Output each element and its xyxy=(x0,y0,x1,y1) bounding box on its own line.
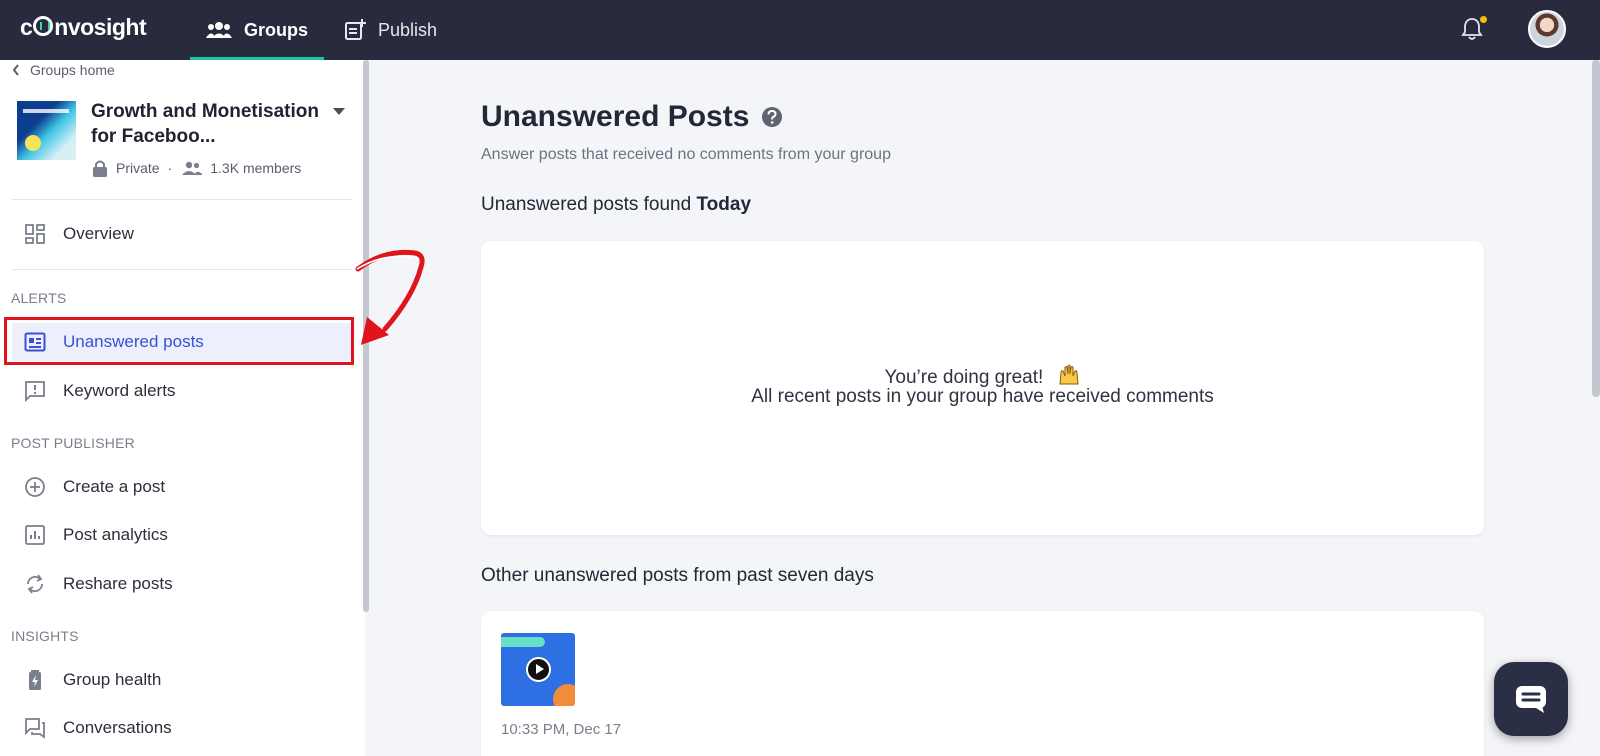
group-dropdown-caret-icon[interactable] xyxy=(333,108,345,115)
sidebar-item-group-health[interactable]: Group health xyxy=(12,661,352,699)
empty-state-text-1: You’re doing great! xyxy=(884,367,1044,388)
empty-state-line-1: You’re doing great! xyxy=(481,361,1484,389)
sidebar-item-label: Conversations xyxy=(63,718,172,737)
group-meta: Private · 1.3K members xyxy=(92,159,301,177)
forum-icon xyxy=(25,718,45,739)
user-avatar[interactable] xyxy=(1528,10,1566,48)
post-video-thumbnail[interactable] xyxy=(501,633,575,706)
sidebar-item-unanswered-posts[interactable]: Unanswered posts xyxy=(12,323,352,361)
sidebar-item-reshare-posts[interactable]: Reshare posts xyxy=(12,565,352,603)
tab-groups-label: Groups xyxy=(243,19,308,40)
chevron-left-icon xyxy=(12,64,19,76)
today-heading-bold: Today xyxy=(696,194,752,215)
play-icon[interactable] xyxy=(526,657,551,682)
sidebar-divider xyxy=(12,269,352,270)
post-add-icon xyxy=(345,19,366,40)
group-privacy: Private xyxy=(116,160,160,176)
people-icon xyxy=(205,22,232,38)
empty-state-text-2: All recent posts in your group have rece… xyxy=(751,386,1214,407)
section-label-insights: INSIGHTS xyxy=(11,628,79,644)
sidebar-item-keyword-alerts[interactable]: Keyword alerts xyxy=(12,372,352,410)
page-title: Unanswered Posts xyxy=(481,100,783,134)
lock-icon xyxy=(93,160,107,177)
logo-mark-icon xyxy=(33,16,54,36)
back-label: Groups home xyxy=(30,62,115,78)
group-members: 1.3K members xyxy=(210,160,302,176)
add-circle-icon xyxy=(25,477,45,497)
sidebar-item-conversations[interactable]: Conversations xyxy=(12,709,352,747)
empty-state-card: You’re doing great! All recent posts in … xyxy=(481,241,1484,535)
groups-home-link[interactable]: Groups home xyxy=(12,62,115,78)
sidebar-item-post-analytics[interactable]: Post analytics xyxy=(12,516,352,554)
sidebar-item-label: Post analytics xyxy=(63,525,168,544)
sidebar-item-create-post[interactable]: Create a post xyxy=(12,468,352,506)
tab-publish[interactable]: Publish xyxy=(344,0,437,60)
annotation-arrow-icon xyxy=(355,249,425,345)
page-scrollbar[interactable] xyxy=(1592,60,1600,397)
top-navigation-bar: c nvosight Groups Publish xyxy=(0,0,1600,60)
feedback-icon xyxy=(25,381,45,402)
group-thumbnail xyxy=(17,101,76,160)
tab-publish-label: Publish xyxy=(378,19,438,40)
convosight-logo[interactable]: c nvosight xyxy=(20,14,147,41)
notification-dot xyxy=(1480,16,1487,23)
section-label-alerts: ALERTS xyxy=(11,290,67,306)
sidebar-item-label: Unanswered posts xyxy=(63,332,204,351)
sidebar-item-label: Keyword alerts xyxy=(63,381,176,400)
sidebar-divider xyxy=(12,199,352,200)
today-heading: Unanswered posts found Today xyxy=(481,194,751,216)
meta-separator: · xyxy=(167,160,173,176)
page-subtitle: Answer posts that received no comments f… xyxy=(481,146,891,163)
article-icon xyxy=(24,332,46,352)
sidebar-item-overview[interactable]: Overview xyxy=(12,215,352,253)
sidebar-item-label: Create a post xyxy=(63,477,166,496)
analytics-icon xyxy=(25,525,45,545)
sidebar-item-label: Group health xyxy=(63,670,162,689)
today-heading-prefix: Unanswered posts found xyxy=(481,194,692,215)
section-label-post-publisher: POST PUBLISHER xyxy=(11,435,135,451)
chat-support-button[interactable] xyxy=(1494,662,1568,736)
help-icon[interactable] xyxy=(761,106,783,128)
refresh-icon xyxy=(27,574,43,594)
raising-hands-icon xyxy=(1058,364,1079,385)
past-seven-days-heading: Other unanswered posts from past seven d… xyxy=(481,565,874,586)
tab-groups[interactable]: Groups xyxy=(190,0,324,60)
dashboard-icon xyxy=(25,224,45,244)
battery-charging-icon xyxy=(29,670,41,690)
unanswered-post-card[interactable]: 10:33 PM, Dec 17 xyxy=(481,611,1484,756)
members-icon xyxy=(182,161,203,175)
chat-icon xyxy=(1516,686,1546,713)
sidebar-item-label: Overview xyxy=(63,224,134,243)
post-timestamp: 10:33 PM, Dec 17 xyxy=(501,721,622,738)
logo-text: c nvosight xyxy=(20,14,147,40)
page-title-text: Unanswered Posts xyxy=(481,100,750,133)
group-name[interactable]: Growth and Monetisation for Faceboo... xyxy=(91,99,321,149)
sidebar-item-label: Reshare posts xyxy=(63,574,173,593)
